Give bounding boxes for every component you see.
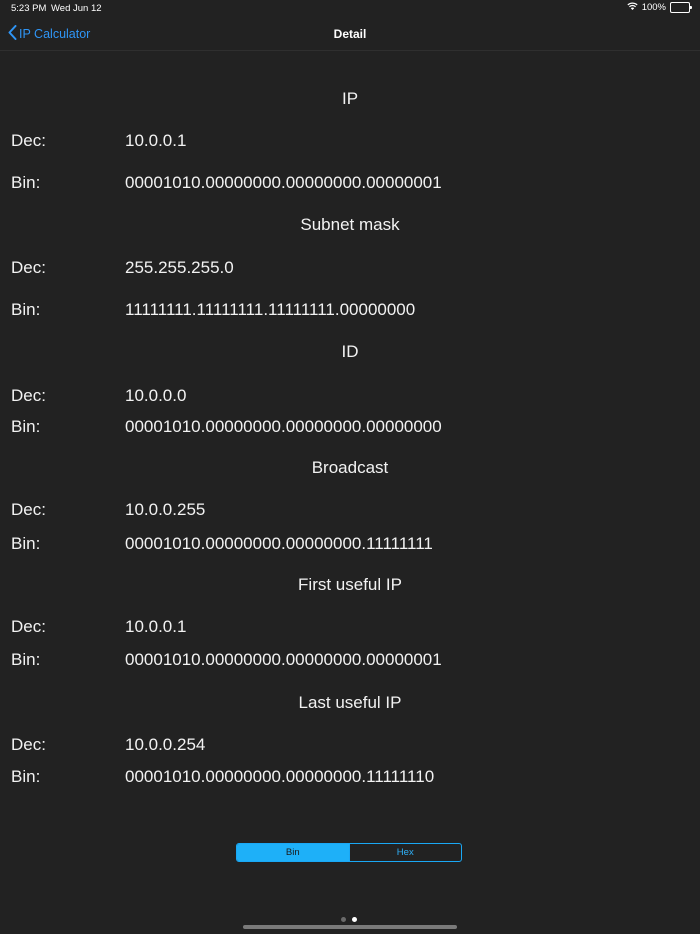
status-right: 100%	[627, 2, 692, 13]
section-title-last-useful-ip: Last useful IP	[298, 693, 402, 712]
page-dot-2[interactable]	[352, 917, 357, 922]
first-bin-label: Bin:	[11, 650, 41, 669]
id-dec-label: Dec:	[11, 386, 46, 405]
first-dec-label: Dec:	[11, 617, 46, 636]
section-title-first-useful-ip: First useful IP	[298, 575, 402, 594]
subnet-dec-label: Dec:	[11, 258, 46, 277]
last-dec-value: 10.0.0.254	[125, 735, 206, 754]
subnet-dec-value: 255.255.255.0	[125, 258, 234, 277]
status-bar: 5:23 PM Wed Jun 12 100%	[0, 0, 700, 18]
last-bin-value: 00001010.00000000.00000000.11111110	[125, 767, 435, 786]
section-title-id: ID	[341, 342, 359, 361]
format-segmented-control[interactable]: Bin Hex	[236, 843, 462, 862]
battery-icon	[670, 2, 692, 13]
broadcast-dec-label: Dec:	[11, 500, 46, 519]
navigation-bar: IP Calculator Detail	[0, 18, 700, 51]
last-bin-label: Bin:	[11, 767, 41, 786]
wifi-icon	[627, 2, 638, 13]
segment-hex[interactable]: Hex	[348, 844, 462, 861]
ip-bin-value: 00001010.00000000.00000000.00000001	[125, 173, 442, 192]
segment-bin[interactable]: Bin	[237, 844, 349, 861]
broadcast-bin-label: Bin:	[11, 534, 41, 553]
section-title-broadcast: Broadcast	[311, 458, 389, 477]
first-bin-value: 00001010.00000000.00000000.00000001	[125, 650, 442, 669]
id-bin-value: 00001010.00000000.00000000.00000000	[125, 417, 442, 436]
section-title-subnet-mask: Subnet mask	[300, 215, 400, 234]
page-indicator[interactable]	[341, 917, 357, 922]
page-dot-1[interactable]	[341, 917, 346, 922]
status-date: Wed Jun 12	[51, 3, 102, 14]
home-indicator[interactable]	[243, 925, 457, 929]
ip-dec-label: Dec:	[11, 131, 46, 150]
battery-percent: 100%	[641, 2, 666, 13]
ip-bin-label: Bin:	[11, 173, 41, 192]
first-dec-value: 10.0.0.1	[125, 617, 187, 636]
subnet-bin-value: 11111111.11111111.11111111.00000000	[125, 300, 416, 319]
last-dec-label: Dec:	[11, 735, 46, 754]
id-dec-value: 10.0.0.0	[125, 386, 187, 405]
id-bin-label: Bin:	[11, 417, 41, 436]
ip-dec-value: 10.0.0.1	[125, 131, 187, 150]
status-time: 5:23 PM	[11, 3, 47, 14]
broadcast-bin-value: 00001010.00000000.00000000.11111111	[125, 534, 433, 553]
broadcast-dec-value: 10.0.0.255	[125, 500, 206, 519]
page-title: Detail	[333, 27, 367, 41]
subnet-bin-label: Bin:	[11, 300, 41, 319]
section-title-ip: IP	[341, 89, 359, 108]
